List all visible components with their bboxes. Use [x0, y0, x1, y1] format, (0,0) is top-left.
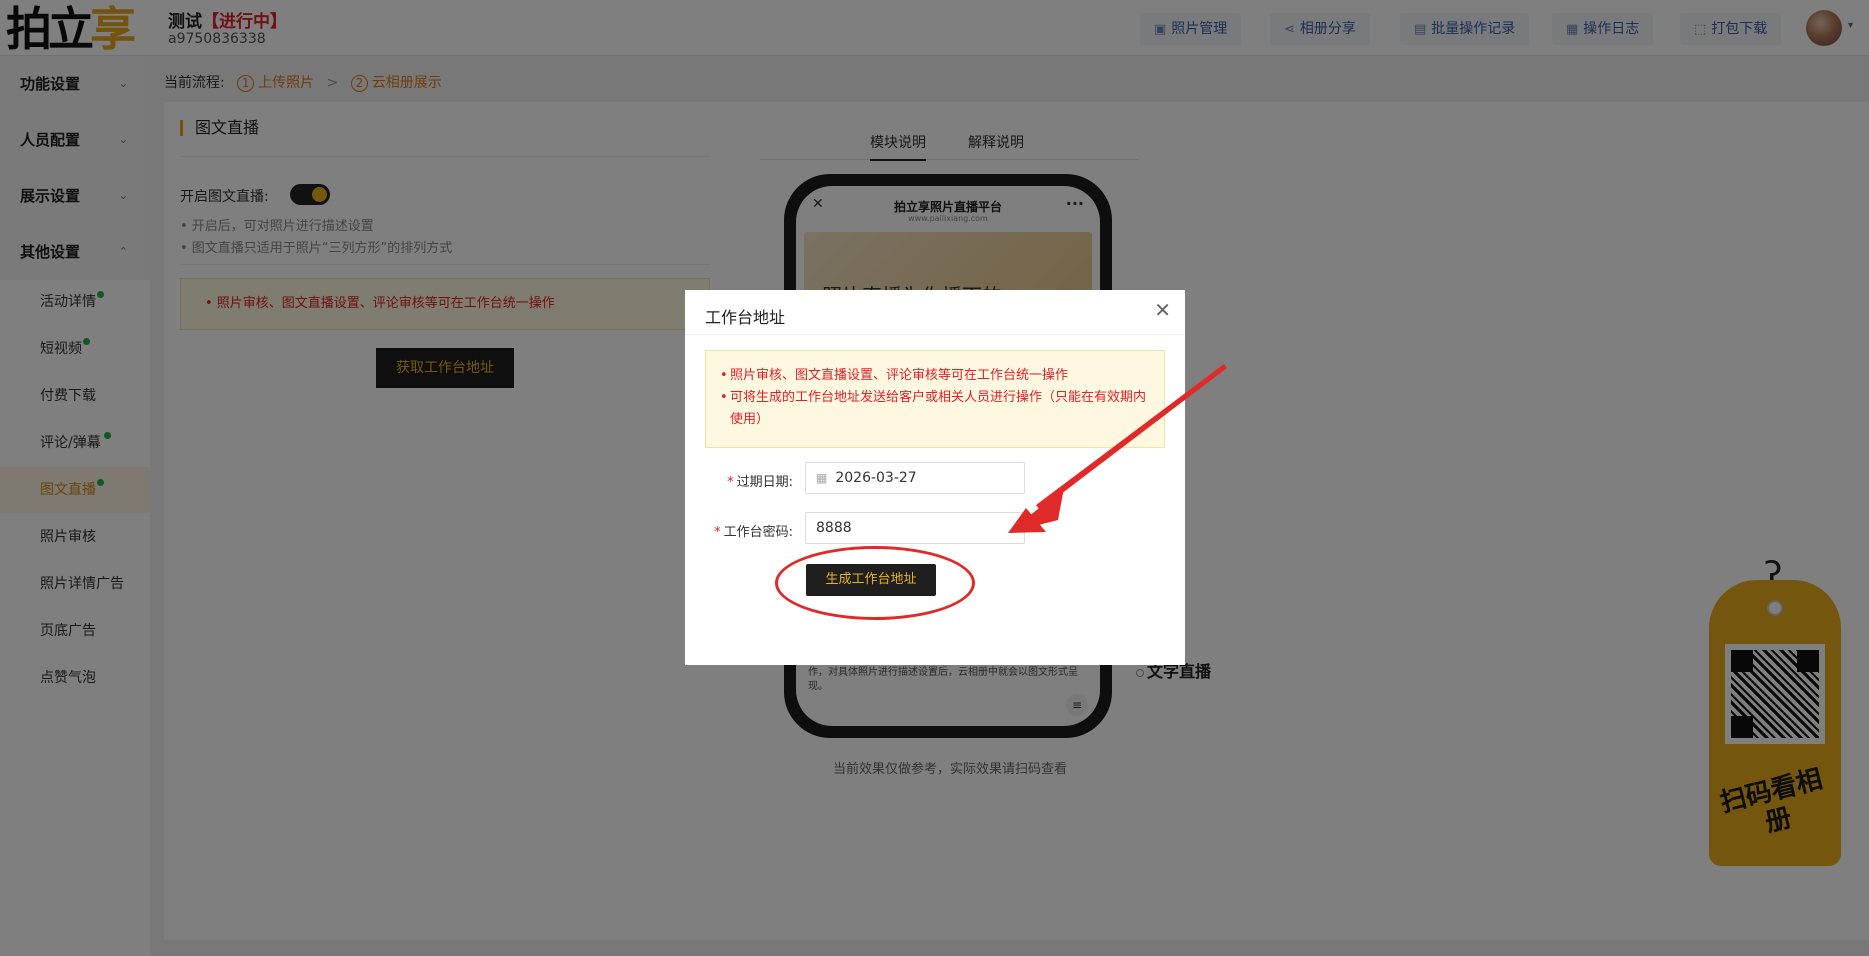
annotation-arrow	[1008, 364, 1227, 533]
